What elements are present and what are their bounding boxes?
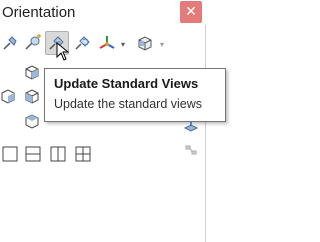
mouse-cursor-icon	[56, 42, 70, 61]
new-view-button[interactable]	[22, 32, 44, 54]
trimetric-view-icon[interactable]	[0, 86, 18, 106]
tooltip-title: Update Standard Views	[54, 76, 199, 91]
orientation-panel: Orientation ✕ ▾ ▾ Update Standard Views …	[0, 0, 228, 242]
tooltip-description: Update the standard views	[54, 97, 203, 111]
panel-title: Orientation	[2, 4, 76, 21]
reset-standard-views-button[interactable]	[72, 32, 94, 54]
back-view-icon[interactable]	[22, 112, 42, 130]
view-selector-dropdown[interactable]: ▾	[121, 40, 125, 49]
four-view-icon[interactable]	[75, 146, 91, 162]
two-view-vertical-icon[interactable]	[50, 146, 66, 162]
pin-button[interactable]	[0, 32, 22, 54]
dimetric-view-icon[interactable]	[22, 86, 42, 106]
tooltip: Update Standard Views Update the standar…	[44, 68, 226, 122]
panel-divider	[205, 25, 206, 242]
close-button[interactable]: ✕	[180, 1, 202, 23]
reset-standard-views-icon	[75, 36, 90, 50]
link-view-icon[interactable]	[183, 142, 199, 158]
pin-icon	[3, 36, 17, 50]
view-selector-button[interactable]	[96, 32, 118, 54]
two-view-horizontal-icon[interactable]	[25, 146, 41, 162]
normal-to-icon[interactable]	[183, 120, 199, 134]
cube-view-icon	[138, 36, 152, 51]
cube-view-button[interactable]	[134, 32, 156, 54]
new-view-icon	[25, 34, 41, 50]
orientation-toolbar: ▾ ▾	[0, 30, 205, 56]
cube-view-dropdown[interactable]: ▾	[160, 40, 164, 49]
isometric-view-icon[interactable]	[22, 62, 42, 82]
single-view-icon[interactable]	[2, 146, 18, 162]
view-selector-icon	[99, 36, 115, 49]
